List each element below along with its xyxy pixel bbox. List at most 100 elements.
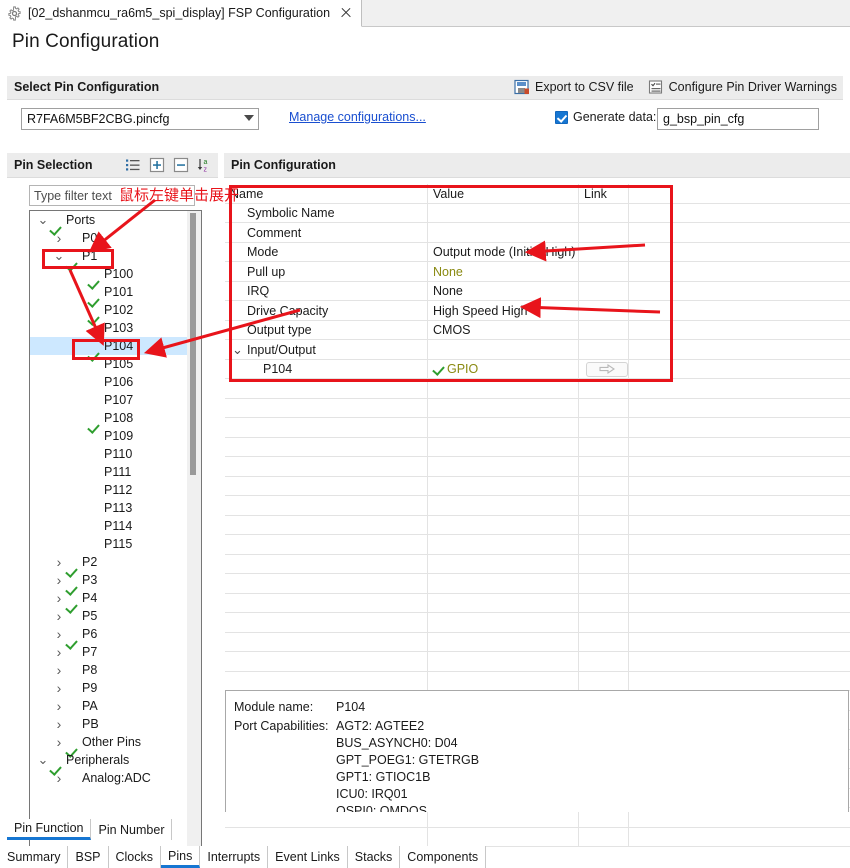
link-arrow-button[interactable] [586, 361, 628, 377]
property-value-cell[interactable]: None [428, 262, 579, 281]
tree-item-analog-adc[interactable]: › Analog:ADC [30, 769, 188, 787]
tree-item-p101[interactable]: P101 [30, 283, 188, 301]
tree-item-p105[interactable]: P105 [30, 355, 188, 373]
bottom-tab-pins[interactable]: Pins [161, 846, 201, 868]
chevron-right-icon[interactable]: › [52, 554, 66, 571]
generate-data-checkbox[interactable] [555, 110, 568, 124]
column-header-name[interactable]: Name [225, 184, 428, 203]
table-row[interactable]: P104 GPIO [225, 359, 850, 379]
tree-item-ports[interactable]: ⌄ Ports [30, 211, 188, 229]
tree-item-p4[interactable]: › P4 [30, 589, 188, 607]
tree-item-p108[interactable]: P108 [30, 409, 188, 427]
table-row[interactable]: Comment [225, 223, 850, 243]
property-value-cell[interactable]: GPIO [428, 359, 579, 379]
tree-item-p2[interactable]: › P2 [30, 553, 188, 571]
close-icon[interactable] [339, 6, 353, 20]
bottom-tab-summary[interactable]: Summary [0, 846, 69, 868]
chevron-right-icon[interactable]: › [52, 716, 66, 733]
table-row[interactable]: ⌄ Input/Output [225, 340, 850, 360]
tree-item-p107[interactable]: P107 [30, 391, 188, 409]
tree-item-label: P106 [104, 375, 134, 389]
tree-item-p7[interactable]: › P7 [30, 643, 188, 661]
view-tab-pin-number[interactable]: Pin Number [91, 819, 173, 840]
tree-item-p103[interactable]: P103 [30, 319, 188, 337]
pin-tree[interactable]: ⌄ Ports › P0 ⌄ P1 P100 P101 P102 P103 P104 P105 P106… [29, 210, 202, 868]
property-value-cell[interactable]: High Speed High [428, 301, 579, 320]
configure-pin-driver-warnings-button[interactable]: Configure Pin Driver Warnings [648, 79, 837, 95]
manage-configurations-link[interactable]: Manage configurations... [289, 110, 426, 124]
chevron-down-icon[interactable]: ⌄ [232, 342, 243, 358]
empty-cell [225, 554, 428, 574]
tree-item-p111[interactable]: P111 [30, 463, 188, 481]
tree-item-p3[interactable]: › P3 [30, 571, 188, 589]
bottom-tab-components[interactable]: Components [400, 846, 487, 868]
bottom-tab-bsp[interactable]: BSP [68, 846, 109, 868]
pin-tree-vertical-thumb[interactable] [190, 213, 196, 475]
chevron-right-icon[interactable]: › [52, 680, 66, 697]
property-value-cell[interactable]: Output mode (Initial High) [428, 242, 579, 262]
empty-cell [428, 535, 579, 554]
tree-item-p109[interactable]: P109 [30, 427, 188, 445]
tree-item-peripherals[interactable]: ⌄ Peripherals [30, 751, 188, 769]
list-view-icon[interactable] [125, 157, 141, 173]
chevron-right-icon[interactable]: › [52, 770, 66, 787]
export-to-csv-button[interactable]: Export to CSV file [514, 79, 634, 95]
tree-item-p106[interactable]: P106 [30, 373, 188, 391]
tree-item-p100[interactable]: P100 [30, 265, 188, 283]
chevron-right-icon[interactable]: › [52, 572, 66, 589]
tree-item-p0[interactable]: › P0 [30, 229, 188, 247]
tree-item-p9[interactable]: › P9 [30, 679, 188, 697]
bottom-tab-stacks[interactable]: Stacks [347, 846, 401, 868]
bottom-tab-event-links[interactable]: Event Links [268, 846, 348, 868]
pin-tree-vertical-scrollbar[interactable] [187, 211, 201, 868]
tree-item-other-pins[interactable]: › Other Pins [30, 733, 188, 751]
page-title: Pin Configuration [12, 31, 160, 52]
pincfg-file-select[interactable]: R7FA6M5BF2CBG.pincfg [21, 108, 259, 130]
property-value-cell[interactable] [428, 340, 579, 359]
chevron-down-icon[interactable]: ⌄ [36, 753, 50, 766]
chevron-down-icon[interactable]: ⌄ [36, 213, 50, 226]
tree-item-p112[interactable]: P112 [30, 481, 188, 499]
column-header-link[interactable]: Link [579, 184, 629, 203]
chevron-right-icon[interactable]: › [52, 698, 66, 715]
expand-all-icon[interactable] [149, 157, 165, 173]
collapse-all-icon[interactable] [173, 157, 189, 173]
tree-item-p1[interactable]: ⌄ P1 [30, 247, 188, 265]
chevron-right-icon[interactable]: › [52, 590, 66, 607]
table-row[interactable]: Drive Capacity High Speed High [225, 301, 850, 321]
property-value-cell[interactable] [428, 203, 579, 223]
bottom-tab-interrupts[interactable]: Interrupts [200, 846, 269, 868]
tree-item-pa[interactable]: › PA [30, 697, 188, 715]
chevron-down-icon[interactable]: ⌄ [52, 249, 66, 262]
sort-az-icon[interactable]: a z [197, 157, 213, 173]
tree-item-p5[interactable]: › P5 [30, 607, 188, 625]
tree-item-p110[interactable]: P110 [30, 445, 188, 463]
tree-item-p8[interactable]: › P8 [30, 661, 188, 679]
property-value-cell[interactable] [428, 223, 579, 242]
chevron-right-icon[interactable]: › [52, 662, 66, 679]
editor-tab-fsp-configuration[interactable]: [02_dshanmcu_ra6m5_spi_display] FSP Conf… [0, 0, 363, 27]
chevron-right-icon[interactable]: › [52, 734, 66, 751]
generate-data-input[interactable]: g_bsp_pin_cfg [657, 108, 819, 130]
chevron-right-icon[interactable]: › [52, 626, 66, 643]
tree-item-p115[interactable]: P115 [30, 535, 188, 553]
table-row[interactable]: IRQ None [225, 281, 850, 301]
table-row[interactable]: Symbolic Name [225, 203, 850, 223]
chevron-right-icon[interactable]: › [52, 644, 66, 661]
property-value-cell[interactable]: None [428, 281, 579, 301]
column-header-value[interactable]: Value [428, 184, 579, 203]
table-row[interactable]: Mode Output mode (Initial High) [225, 242, 850, 262]
table-row[interactable]: Pull up None [225, 262, 850, 282]
tree-item-p113[interactable]: P113 [30, 499, 188, 517]
property-value-cell[interactable]: CMOS [428, 320, 579, 340]
tree-item-p104[interactable]: P104 [30, 337, 188, 355]
tree-item-p114[interactable]: P114 [30, 517, 188, 535]
tree-item-pb[interactable]: › PB [30, 715, 188, 733]
chevron-right-icon[interactable]: › [52, 230, 66, 247]
chevron-right-icon[interactable]: › [52, 608, 66, 625]
table-row[interactable]: Output type CMOS [225, 320, 850, 340]
view-tab-pin-function[interactable]: Pin Function [7, 819, 92, 840]
tree-item-p6[interactable]: › P6 [30, 625, 188, 643]
bottom-tab-clocks[interactable]: Clocks [108, 846, 162, 868]
tree-item-p102[interactable]: P102 [30, 301, 188, 319]
